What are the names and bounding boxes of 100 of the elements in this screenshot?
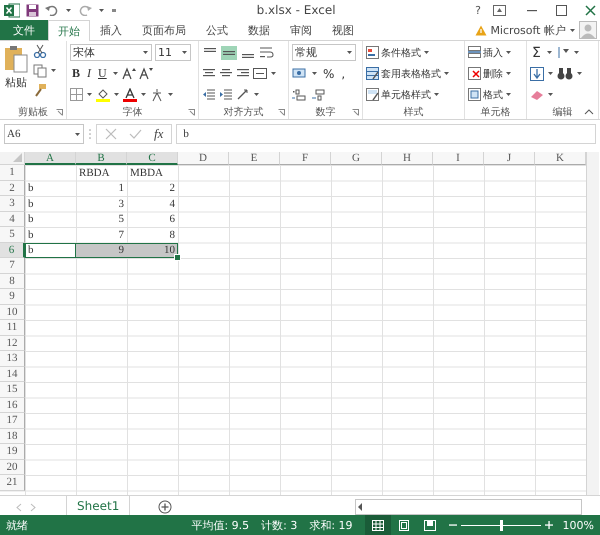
merge-icon[interactable] [253,67,267,80]
caret-icon[interactable] [547,92,554,97]
row-header[interactable]: 12 [0,336,25,351]
caret-icon[interactable] [346,50,353,55]
underline-button[interactable]: U [96,66,109,81]
row-header[interactable]: 10 [0,304,25,320]
table-cell[interactable]: b [25,212,76,227]
ribbon-tab[interactable]: 数据 [238,20,280,40]
row-header[interactable]: 18 [0,428,25,444]
delete-button[interactable]: 删除 [468,65,512,82]
italic-button[interactable]: I [85,66,94,81]
caret-icon[interactable] [167,92,174,97]
caret-icon[interactable] [311,71,318,76]
row-header[interactable]: 19 [0,444,25,460]
table-cell[interactable]: 1 [76,180,127,196]
caret-icon[interactable] [98,8,105,12]
excel-logo-icon[interactable] [4,2,20,18]
ribbon-tab[interactable]: 页面布局 [132,20,196,40]
row-header[interactable]: 14 [0,366,25,382]
zoom-slider-thumb[interactable] [500,520,503,530]
caret-icon[interactable] [572,50,580,55]
row-header[interactable]: 20 [0,460,25,475]
customize-icon[interactable] [111,6,117,14]
wrap-text-icon[interactable] [259,46,275,59]
file-tab[interactable]: 文件 [0,20,48,40]
paste-button[interactable]: 粘贴 [3,44,29,104]
column-header[interactable]: A [25,152,76,165]
table-cell[interactable]: RBDA [76,165,127,180]
dialog-launcher-icon[interactable] [278,109,285,116]
cell-styles-button[interactable]: 单元格样式 [366,86,450,103]
collapse-ribbon-icon[interactable] [584,109,594,115]
phonetic-icon[interactable] [150,88,164,102]
table-cell[interactable]: 10 [127,242,178,258]
zoom-in-icon[interactable] [544,521,553,529]
dialog-launcher-icon[interactable] [56,109,63,116]
table-cell[interactable]: 5 [76,212,127,227]
insert-function-button[interactable]: fx [154,126,164,142]
table-cell[interactable]: 6 [127,212,178,227]
increase-indent-icon[interactable] [219,88,233,101]
column-header[interactable]: B [76,152,127,165]
format-as-table-button[interactable]: 套用表格格式 [366,65,450,82]
name-box[interactable]: A6 [4,124,84,144]
column-header[interactable]: E [229,152,280,165]
ribbon-tab[interactable]: 视图 [322,20,364,40]
percent-button[interactable]: % [321,66,336,80]
row-header[interactable]: 6 [0,242,25,258]
column-header[interactable]: H [382,152,433,165]
font-size-field[interactable]: 11 [155,44,191,61]
row-header[interactable]: 21 [0,475,25,490]
column-header[interactable]: I [433,152,484,165]
binoculars-icon[interactable] [557,67,573,80]
scroll-left-icon[interactable] [356,502,364,512]
row-header[interactable]: 7 [0,258,25,274]
column-header[interactable]: K [535,152,586,165]
caret-icon[interactable] [112,71,119,76]
column-header[interactable]: F [280,152,331,165]
table-cell[interactable]: b [25,180,76,196]
row-header[interactable]: 2 [0,180,25,196]
insert-button[interactable]: 插入 [468,44,512,61]
dialog-launcher-icon[interactable] [352,109,359,116]
bold-button[interactable]: B [70,66,82,81]
vertical-scrollbar[interactable] [586,152,599,495]
dialog-launcher-icon[interactable] [188,109,195,116]
ribbon-tab[interactable]: 公式 [196,20,238,40]
fill-color-icon[interactable] [96,88,110,102]
zoom-level[interactable]: 100% [562,518,594,532]
caret-icon[interactable] [113,92,120,97]
comma-button[interactable]: , [339,66,348,80]
row-header[interactable]: 4 [0,212,25,227]
normal-view-icon[interactable] [364,515,391,535]
sort-filter-icon[interactable] [556,46,570,59]
caret-icon[interactable] [181,50,188,55]
middle-align-button[interactable] [221,46,237,60]
horizontal-scrollbar[interactable] [355,499,582,515]
row-header[interactable]: 9 [0,289,25,304]
column-header[interactable]: G [331,152,382,165]
table-cell[interactable]: b [25,242,76,258]
table-cell[interactable]: 8 [127,227,178,242]
row-header[interactable]: 1 [0,165,25,180]
table-cell[interactable]: 2 [127,180,178,196]
currency-icon[interactable] [292,67,308,80]
ribbon-tab[interactable]: 审阅 [280,20,322,40]
caret-icon[interactable] [576,71,583,76]
caret-icon[interactable] [569,28,576,32]
formula-field[interactable]: b [176,124,596,144]
number-format-field[interactable]: 常规 [292,44,356,61]
format-button[interactable]: 格式 [468,86,512,103]
row-header[interactable]: 15 [0,382,25,398]
orientation-icon[interactable] [236,88,250,101]
font-name-field[interactable]: 宋体 [70,44,152,61]
caret-icon[interactable] [142,50,149,55]
row-header[interactable]: 3 [0,196,25,212]
copy-icon[interactable] [33,64,47,78]
account-name[interactable]: Microsoft 帐户 [490,22,566,38]
caret-icon[interactable] [140,92,147,97]
row-header[interactable]: 13 [0,351,25,366]
cut-icon[interactable] [33,44,47,58]
close-icon[interactable] [585,4,596,16]
decrease-font-icon[interactable] [138,67,153,80]
caret-icon[interactable] [74,132,81,136]
